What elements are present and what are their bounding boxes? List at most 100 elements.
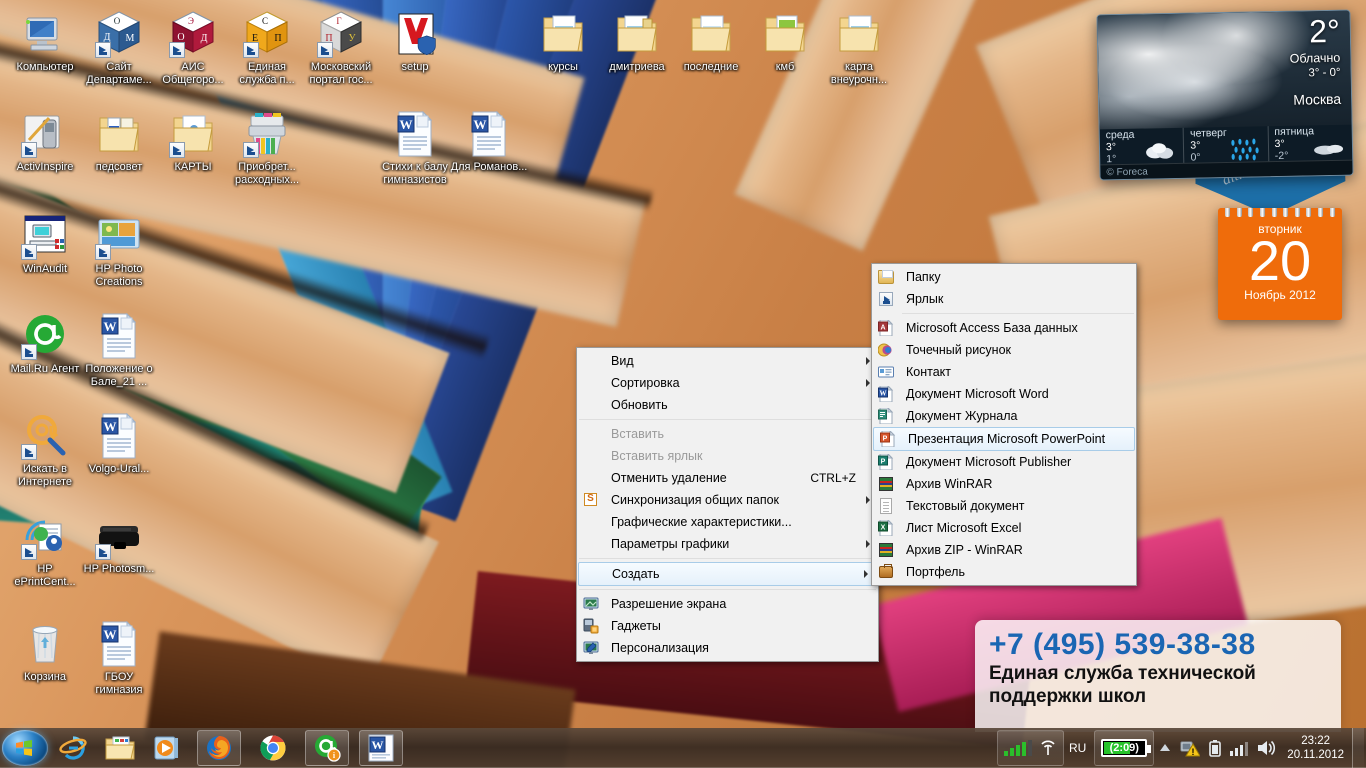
submenu-item-briefcase[interactable]: Портфель <box>872 561 1136 583</box>
volume-icon[interactable] <box>1257 739 1277 757</box>
menu-item-label: Вставить <box>611 427 664 441</box>
color-printer-icon <box>243 110 291 158</box>
taskbar[interactable]: i W RU (2:09) ! 23:22 20.11.2012 <box>0 728 1366 768</box>
mailru-agent-icon <box>21 312 69 360</box>
taskbar-media-player[interactable] <box>145 730 189 766</box>
context-menu-item-sort[interactable]: Сортировка <box>577 372 878 394</box>
cube-icon: Г П У <box>317 10 365 58</box>
weather-range: 3° - 0° <box>1308 66 1341 80</box>
desktop-icon-folder-dmitrieva[interactable]: дмитриева <box>598 10 676 74</box>
submenu-item-journal-document[interactable]: Документ Журнала <box>872 405 1136 427</box>
clock[interactable]: 23:22 20.11.2012 <box>1287 734 1344 762</box>
submenu-item-excel-sheet[interactable]: X Лист Microsoft Excel <box>872 517 1136 539</box>
context-menu-item-personalization[interactable]: Персонализация <box>577 637 878 659</box>
desktop-icon-search-internet[interactable]: Искать в Интернете <box>6 412 84 488</box>
desktop-icon-folder-karta[interactable]: карта внеурочн... <box>820 10 898 86</box>
signal-icon[interactable] <box>1230 740 1249 756</box>
language-indicator[interactable]: RU <box>1069 741 1086 755</box>
network-warning-icon[interactable]: ! <box>1180 739 1201 757</box>
submenu-item-contact[interactable]: Контакт <box>872 361 1136 383</box>
desktop-icon-mailru-agent[interactable]: Mail.Ru Агент <box>6 312 84 376</box>
context-menu-item-view[interactable]: Вид <box>577 350 878 372</box>
desktop-icon-recycle-bin[interactable]: Корзина <box>6 620 84 684</box>
context-menu-item-screen-resolution[interactable]: Разрешение экрана <box>577 593 878 615</box>
svg-text:!: ! <box>1192 747 1195 757</box>
menu-item-label: Контакт <box>906 365 952 379</box>
weather-gadget[interactable]: 2° Облачно 3° - 0° Москва среда 3° 1° че… <box>1096 9 1354 181</box>
desktop-icon-activinspire[interactable]: ActivInspire <box>6 110 84 174</box>
hp-eprintcenter-icon <box>21 512 69 560</box>
context-menu-item-refresh[interactable]: Обновить <box>577 394 878 416</box>
submenu-item-access-database[interactable]: A Microsoft Access База данных <box>872 317 1136 339</box>
shortcut-overlay-icon <box>21 444 37 460</box>
show-hidden-icons-button[interactable] <box>1159 743 1171 753</box>
desktop-icon-dlya-romanov[interactable]: W Для Романов... <box>450 110 528 174</box>
system-tray[interactable]: RU (2:09) ! 23:22 20.11.2012 <box>996 728 1366 768</box>
context-menu-item-graphics-properties[interactable]: Графические характеристики... <box>577 511 878 533</box>
submenu-item-shortcut[interactable]: Ярлык <box>872 288 1136 310</box>
context-menu-item-graphics-options[interactable]: Параметры графики <box>577 533 878 555</box>
new-submenu[interactable]: Папку Ярлык A Microsoft Access База данн… <box>871 263 1137 586</box>
desktop-icon-hp-eprintcenter[interactable]: HP ePrintCent... <box>6 512 84 588</box>
desktop-icon-unified-service[interactable]: С Е П Единая служба п... <box>228 10 306 86</box>
submenu-item-text-document[interactable]: Текстовый документ <box>872 495 1136 517</box>
submenu-item-zip-archive[interactable]: Архив ZIP - WinRAR <box>872 539 1136 561</box>
submenu-item-word-document[interactable]: W Документ Microsoft Word <box>872 383 1136 405</box>
desktop-icon-ais[interactable]: Э О Д АИС Общегоро... <box>154 10 232 86</box>
taskbar-chrome[interactable] <box>251 730 295 766</box>
desktop-icon-pedsovet[interactable]: педсовет <box>80 110 158 174</box>
desktop-icon-label: Компьютер <box>16 61 74 73</box>
menu-item-label: Архив WinRAR <box>906 477 993 491</box>
submenu-item-folder[interactable]: Папку <box>872 266 1136 288</box>
chrome-icon <box>260 735 286 761</box>
desktop-icon-volgo-ural[interactable]: W Volgo-Ural... <box>80 412 158 476</box>
submenu-item-publisher-document[interactable]: P Документ Microsoft Publisher <box>872 451 1136 473</box>
desktop-icon-label: HP Photosm... <box>83 563 155 575</box>
desktop-icon-computer[interactable]: Компьютер <box>6 10 84 74</box>
submenu-item-winrar-archive[interactable]: Архив WinRAR <box>872 473 1136 495</box>
desktop-icon-folder-kursy[interactable]: курсы <box>524 10 602 74</box>
shortcut-overlay-icon <box>21 544 37 560</box>
tray-signal-group[interactable] <box>996 730 1064 766</box>
printer-icon <box>95 512 143 560</box>
context-menu-item-sync-shared-folders[interactable]: Синхронизация общих папок <box>577 489 878 511</box>
tray-battery-group[interactable]: (2:09) <box>1094 730 1155 766</box>
desktop-icon-supplies[interactable]: Приобрет... расходных... <box>228 110 306 186</box>
shortcut-overlay-icon <box>21 244 37 260</box>
briefcase-icon <box>878 564 894 580</box>
desktop-icon-hp-photosmart[interactable]: HP Photosm... <box>80 512 158 576</box>
calendar-gadget[interactable]: вторник 20 Ноябрь 2012 <box>1218 208 1342 320</box>
context-menu-item-new[interactable]: Создать <box>578 562 877 586</box>
desktop-icon-label: Для Романов... <box>450 161 528 173</box>
submenu-item-bitmap[interactable]: Точечный рисунок <box>872 339 1136 361</box>
desktop-icon-stihi[interactable]: W Стихи к балу гимназистов <box>376 110 454 186</box>
start-button[interactable] <box>2 730 48 766</box>
taskbar-explorer[interactable] <box>98 730 142 766</box>
context-menu-item-undo-delete[interactable]: Отменить удаление CTRL+Z <box>577 467 878 489</box>
desktop-icon-dept-site[interactable]: О Д М Сайт Департаме... <box>80 10 158 86</box>
desktop-icon-moscow-portal[interactable]: Г П У Московский портал гос... <box>302 10 380 86</box>
desktop-icon-setup[interactable]: setup <box>376 10 454 74</box>
folder-icon <box>169 110 217 158</box>
desktop-icon-polozhenie[interactable]: W Положение о Бале_21 ... <box>80 312 158 388</box>
publisher-icon: P <box>878 454 894 470</box>
desktop-icon-gbou-gimnaziya[interactable]: W ГБОУ гимназия <box>80 620 158 696</box>
desktop-icon-folder-posledniye[interactable]: последние <box>672 10 750 74</box>
taskbar-internet-explorer[interactable] <box>51 730 95 766</box>
context-menu-item-gadgets[interactable]: Гаджеты <box>577 615 878 637</box>
taskbar-word[interactable]: W <box>359 730 403 766</box>
desktop-icon-folder-kmb[interactable]: кмб <box>746 10 824 74</box>
desktop-icon-karty[interactable]: КАРТЫ <box>154 110 232 174</box>
submenu-item-powerpoint-presentation[interactable]: P Презентация Microsoft PowerPoint <box>873 427 1135 451</box>
taskbar-firefox[interactable] <box>197 730 241 766</box>
desktop-icon-hp-photo-creations[interactable]: HP Photo Creations <box>80 212 158 288</box>
battery-tray-icon[interactable] <box>1209 739 1222 757</box>
show-desktop-button[interactable] <box>1352 728 1364 768</box>
context-menu-item-paste: Вставить <box>577 423 878 445</box>
desktop-context-menu[interactable]: Вид Сортировка Обновить Вставить Вставит… <box>576 347 879 662</box>
desktop-icon-winaudit[interactable]: WinAudit <box>6 212 84 276</box>
media-player-icon <box>154 736 178 760</box>
folder-icon <box>878 269 894 285</box>
kaspersky-setup-icon <box>391 10 439 58</box>
taskbar-mailru-agent[interactable]: i <box>305 730 349 766</box>
